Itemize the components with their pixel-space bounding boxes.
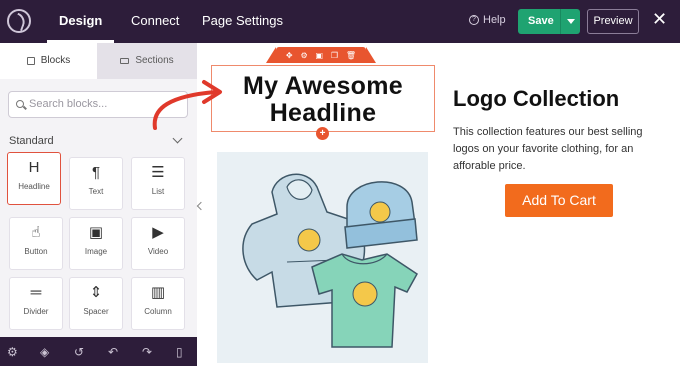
block-video[interactable]: ▶ Video — [131, 217, 185, 270]
tab-page-settings[interactable]: Page Settings — [202, 0, 283, 43]
add-to-cart-button[interactable]: Add To Cart — [505, 184, 613, 217]
product-description: This collection features our best sellin… — [453, 126, 643, 172]
product-title: Logo Collection — [453, 86, 620, 111]
block-column[interactable]: ▥ Column — [131, 277, 185, 330]
annotation-arrow-icon — [152, 80, 222, 130]
block-list[interactable]: ☰ List — [131, 157, 185, 210]
block-text[interactable]: ¶ Text — [69, 157, 123, 210]
preview-button[interactable]: Preview — [587, 9, 639, 34]
sidebar-tabs: Blocks Sections — [0, 43, 197, 79]
tab-connect[interactable]: Connect — [131, 0, 179, 43]
move-icon[interactable]: ✥ — [286, 51, 293, 60]
list-icon: ☰ — [151, 164, 165, 181]
top-bar: Design Connect Page Settings ? Help Save… — [0, 0, 680, 43]
block-label: Headline — [18, 182, 50, 191]
search-placeholder: Search blocks... — [29, 98, 108, 110]
settings-icon[interactable]: ⚙ — [300, 51, 307, 60]
layers-icon[interactable]: ◈ — [40, 345, 49, 359]
headline-icon: H — [28, 159, 40, 176]
block-label: List — [151, 187, 165, 196]
blocks-icon — [26, 57, 35, 65]
seedprod-logo-icon[interactable] — [7, 9, 31, 33]
block-image[interactable]: ▣ Image — [69, 217, 123, 270]
help-icon: ? — [469, 15, 479, 25]
spacer-icon: ⇕ — [89, 284, 103, 301]
pointer-icon: ☝ — [31, 224, 41, 241]
bottom-toolbar: ⚙ ◈ ↺ ↶ ↷ ▯ — [0, 337, 197, 366]
block-label: Image — [84, 247, 108, 256]
search-icon — [16, 100, 24, 108]
tab-blocks[interactable]: Blocks — [0, 43, 97, 79]
beanie-illustration — [344, 181, 418, 249]
save-block-icon[interactable]: ▣ — [315, 51, 323, 60]
redo-icon[interactable]: ↷ — [142, 345, 152, 359]
history-icon[interactable]: ↺ — [74, 345, 84, 359]
block-headline[interactable]: H Headline — [7, 152, 61, 205]
paragraph-icon: ¶ — [91, 164, 101, 181]
save-label: Save — [528, 15, 554, 27]
tab-design[interactable]: Design — [46, 0, 115, 43]
gear-icon[interactable]: ⚙ — [7, 345, 18, 359]
close-icon[interactable]: ✕ — [652, 9, 667, 30]
help-link[interactable]: ? Help — [469, 14, 506, 26]
help-label: Help — [483, 14, 506, 26]
collapse-sidebar-icon[interactable] — [196, 201, 206, 211]
add-block-icon[interactable]: + — [316, 127, 329, 140]
headline-line-2: Headline — [269, 99, 377, 127]
block-spacer[interactable]: ⇕ Spacer — [69, 277, 123, 330]
block-button[interactable]: ☝ Button — [9, 217, 63, 270]
undo-icon[interactable]: ↶ — [108, 345, 118, 359]
mobile-icon[interactable]: ▯ — [176, 345, 183, 359]
column-icon: ▥ — [150, 284, 166, 301]
tab-sections-label: Sections — [135, 55, 174, 66]
block-label: Text — [88, 187, 104, 196]
headline-line-1: My Awesome — [242, 72, 403, 100]
block-label: Button — [24, 247, 48, 256]
block-label: Spacer — [83, 307, 109, 316]
block-label: Divider — [23, 307, 49, 316]
duplicate-icon[interactable]: ❐ — [331, 51, 338, 60]
block-toolbar: ✥ ⚙ ▣ ❐ 🗑 — [266, 47, 376, 63]
save-button[interactable]: Save — [518, 9, 580, 34]
sections-icon — [120, 58, 130, 64]
tab-blocks-label: Blocks — [40, 55, 71, 66]
section-label-standard: Standard — [9, 135, 54, 147]
save-dropdown-icon[interactable] — [560, 9, 580, 34]
image-icon: ▣ — [88, 224, 104, 241]
delete-icon[interactable]: 🗑 — [346, 51, 356, 60]
video-icon: ▶ — [152, 224, 164, 241]
product-image — [217, 152, 428, 363]
tab-sections[interactable]: Sections — [97, 43, 197, 79]
divider-icon: ═ — [30, 284, 42, 301]
headline-block[interactable]: My Awesome Headline — [211, 65, 435, 132]
block-label: Column — [144, 307, 172, 316]
block-label: Video — [147, 247, 169, 256]
block-divider[interactable]: ═ Divider — [9, 277, 63, 330]
